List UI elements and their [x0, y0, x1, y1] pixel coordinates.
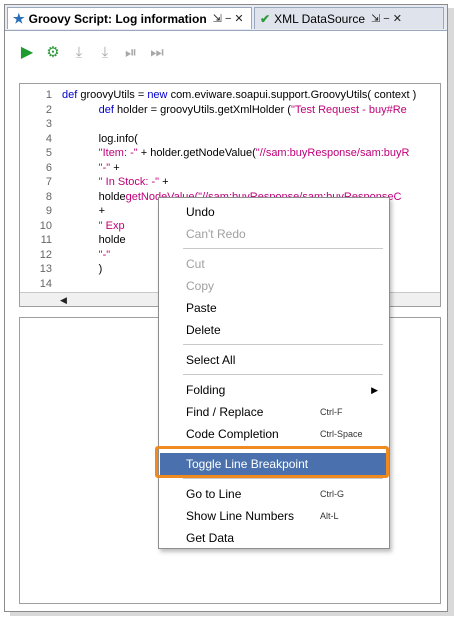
code-line[interactable]: "-" + [62, 162, 120, 174]
menu-separator [183, 248, 383, 249]
line-number: 1 [45, 89, 52, 101]
line-number: 8 [45, 190, 52, 203]
menu-item-can-t-redo[interactable]: Can't Redo [160, 223, 388, 245]
menu-item-label: Copy [186, 279, 215, 293]
debug-icon[interactable]: ⚙ [43, 42, 63, 62]
code-line[interactable]: log.info( [62, 133, 138, 145]
line-number: 11 [40, 234, 52, 246]
menu-shortcut: Ctrl-G [320, 489, 344, 499]
menu-item-folding[interactable]: Folding ▶ [160, 379, 388, 401]
menu-item-code-completion[interactable]: Code Completion Ctrl-Space [160, 423, 388, 445]
tab-groovy-script[interactable]: ★ Groovy Script: Log information ⇲ − ✕ [7, 7, 252, 29]
menu-item-paste[interactable]: Paste [160, 297, 388, 319]
line-number: 7 [45, 176, 52, 188]
line-number: 9 [45, 205, 52, 217]
menu-item-label: Find / Replace [186, 405, 264, 419]
menu-shortcut: Ctrl-F [320, 407, 343, 417]
run-icon[interactable]: ▶ [17, 42, 37, 62]
resume-icon[interactable]: ⏯ [121, 42, 141, 62]
step-over-icon[interactable]: ⤓ [69, 42, 89, 62]
line-number: 12 [39, 248, 52, 261]
tab-xml-datasource[interactable]: ✔ XML DataSource ⇲ − ✕ [254, 7, 444, 29]
code-line[interactable]: "Item: -" + holder.getNodeValue("//sam:b… [62, 147, 410, 159]
line-number: 6 [45, 161, 52, 174]
menu-item-label: Can't Redo [186, 227, 246, 241]
menu-item-label: Cut [186, 257, 205, 271]
menu-item-label: Get Data [186, 531, 235, 545]
context-menu: Undo Can't Redo Cut Copy Paste Delete Select A… [158, 197, 390, 549]
line-number: 2 [45, 103, 52, 116]
tab-label: XML DataSource [274, 11, 365, 26]
menu-item-get-data[interactable]: Get Data [160, 527, 388, 549]
menu-item-label: Select All [186, 353, 236, 367]
menu-item-label: Undo [186, 205, 215, 219]
star-icon: ★ [13, 10, 25, 26]
menu-item-label: Delete [186, 323, 221, 337]
menu-item-label: Code Completion [186, 427, 279, 441]
menu-separator [183, 478, 383, 479]
menu-item-find-replace[interactable]: Find / Replace Ctrl-F [160, 401, 388, 423]
step-end-icon[interactable]: ⏭ [147, 42, 167, 62]
menu-item-select-all[interactable]: Select All [160, 349, 388, 371]
code-line[interactable]: ) [62, 263, 103, 275]
line-number: 13 [39, 263, 52, 275]
tab-controls[interactable]: ⇲ − ✕ [371, 12, 402, 25]
menu-shortcut: Ctrl-Space [320, 429, 363, 439]
menu-shortcut: Alt-L [320, 511, 339, 521]
line-number: 3 [45, 118, 52, 130]
tab-bar: ★ Groovy Script: Log information ⇲ − ✕ ✔… [5, 5, 447, 31]
tab-label: Groovy Script: Log information [28, 11, 207, 26]
checkmark-icon: ✔ [260, 11, 271, 26]
menu-separator [183, 344, 383, 345]
menu-item-undo[interactable]: Undo [160, 201, 388, 223]
menu-item-go-to-line[interactable]: Go to Line Ctrl-G [160, 483, 388, 505]
line-number: 14 [39, 277, 52, 290]
highlight-outline [155, 446, 389, 478]
code-line[interactable]: def holder = groovyUtils.getXmlHolder ("… [62, 104, 407, 116]
menu-item-copy[interactable]: Copy [160, 275, 388, 297]
tab-controls[interactable]: ⇲ − ✕ [213, 12, 244, 25]
menu-item-cut[interactable]: Cut [160, 253, 388, 275]
code-line[interactable]: " Exp [62, 220, 125, 232]
code-line[interactable]: "-" [62, 249, 110, 261]
code-line[interactable]: + [62, 205, 105, 217]
scroll-left-icon[interactable]: ◀ [60, 295, 67, 306]
line-number: 4 [45, 132, 52, 145]
menu-item-show-line-numbers[interactable]: Show Line Numbers Alt-L [160, 505, 388, 527]
line-number: 10 [39, 219, 52, 232]
toolbar: ▶ ⚙ ⤓ ⤓ ⏯ ⏭ [5, 35, 447, 69]
menu-item-delete[interactable]: Delete [160, 319, 388, 341]
menu-item-label: Show Line Numbers [186, 509, 295, 523]
menu-item-label: Folding [186, 383, 226, 397]
menu-item-label: Go to Line [186, 487, 242, 501]
submenu-arrow-icon: ▶ [371, 384, 378, 395]
menu-separator [183, 374, 383, 375]
step-into-icon[interactable]: ⤓ [95, 42, 115, 62]
line-number: 5 [45, 147, 52, 159]
menu-item-label: Paste [186, 301, 217, 315]
code-line[interactable]: " In Stock: -" + [62, 176, 169, 188]
code-line[interactable]: def groovyUtils = new com.eviware.soapui… [62, 89, 416, 101]
line-number-gutter: 1 2 3 4 5 6 7 8 9 10 11 12 13 14 [20, 84, 58, 292]
